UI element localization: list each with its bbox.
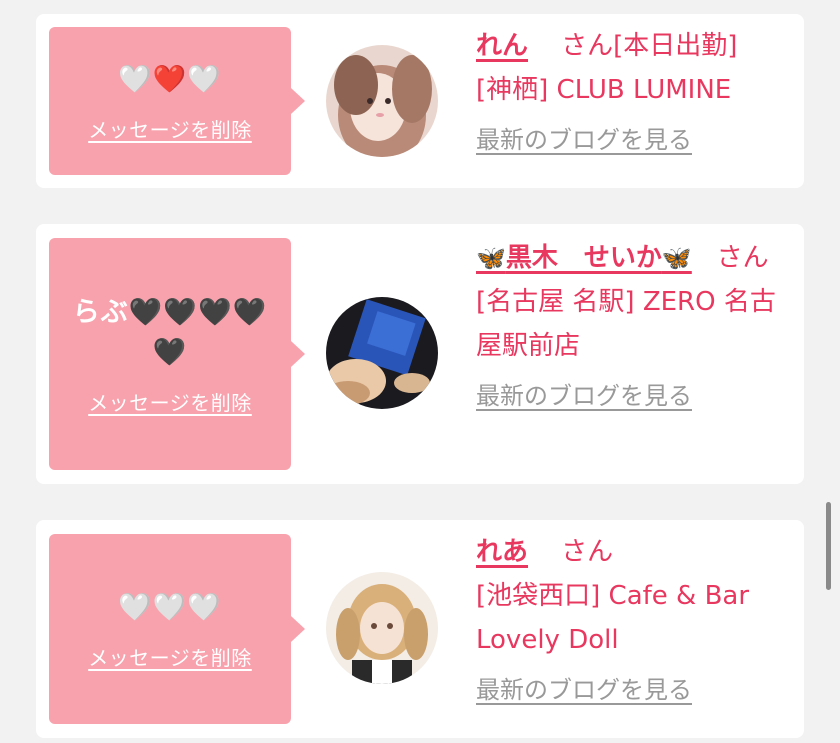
name-line: 🦋黒木 せいか🦋 さん xyxy=(476,236,786,280)
delete-message-link[interactable]: メッセージを削除 xyxy=(88,642,252,671)
shop-name: [名古屋 名駅] ZERO 名古屋駅前店 xyxy=(476,287,776,361)
delete-message-link[interactable]: メッセージを削除 xyxy=(88,387,252,416)
avatar[interactable] xyxy=(326,297,438,409)
honorific: さん xyxy=(561,31,614,61)
cast-name-link[interactable]: れあ xyxy=(476,537,528,567)
cast-info: れん さん[本日出勤] [神栖] CLUB LUMINE 最新のブログを見る xyxy=(476,24,786,162)
message-text: 🤍🤍🤍 xyxy=(118,591,222,623)
message-text: らぶ🖤🖤🖤🖤🖤 xyxy=(72,296,268,368)
shop-name: [池袋西口] Cafe & Bar Lovely Doll xyxy=(476,581,750,655)
avatar[interactable] xyxy=(326,572,438,684)
butterfly-icon: 🦋 xyxy=(476,244,506,272)
attendance-status: [本日出勤] xyxy=(613,31,738,61)
name-line: れあ さん xyxy=(476,530,786,574)
avatar[interactable] xyxy=(326,45,438,157)
cast-name-link[interactable]: れん xyxy=(476,31,528,61)
message-text: 🤍❤️🤍 xyxy=(118,63,222,95)
favorite-card: 🤍❤️🤍 メッセージを削除 れん さん[本日出勤] [神栖] CLUB LUMI… xyxy=(36,14,804,188)
message-bubble: らぶ🖤🖤🖤🖤🖤 メッセージを削除 xyxy=(49,238,305,470)
cast-info: れあ さん [池袋西口] Cafe & Bar Lovely Doll 最新のブ… xyxy=(476,530,786,712)
favorites-list: 🤍❤️🤍 メッセージを削除 れん さん[本日出勤] [神栖] CLUB LUMI… xyxy=(0,0,840,743)
message-bubble: 🤍❤️🤍 メッセージを削除 xyxy=(49,27,305,175)
favorite-card: らぶ🖤🖤🖤🖤🖤 メッセージを削除 🦋黒木 せいか🦋 さん [名古屋 名駅] ZE… xyxy=(36,224,804,484)
girl-photo-avatar-icon xyxy=(326,572,438,684)
girl-photo-avatar-icon xyxy=(326,297,438,409)
honorific: さん xyxy=(716,243,769,273)
shop-name: [神栖] CLUB LUMINE xyxy=(476,75,732,105)
butterfly-icon: 🦋 xyxy=(661,244,692,272)
scrollbar[interactable] xyxy=(826,502,831,590)
name-line: れん さん[本日出勤] xyxy=(476,24,786,68)
cast-info: 🦋黒木 せいか🦋 さん [名古屋 名駅] ZERO 名古屋駅前店 最新のブログを… xyxy=(476,236,786,418)
honorific: さん xyxy=(561,537,614,567)
favorite-card: 🤍🤍🤍 メッセージを削除 れあ さん [池袋西口] Cafe & Bar Lov… xyxy=(36,520,804,738)
message-bubble: 🤍🤍🤍 メッセージを削除 xyxy=(49,534,305,724)
girl-photo-avatar-icon xyxy=(326,45,438,157)
delete-message-link[interactable]: メッセージを削除 xyxy=(88,114,252,143)
latest-blog-link[interactable]: 最新のブログを見る xyxy=(476,668,692,712)
cast-name-link[interactable]: 🦋黒木 せいか🦋 xyxy=(476,243,692,273)
latest-blog-link[interactable]: 最新のブログを見る xyxy=(476,118,692,162)
latest-blog-link[interactable]: 最新のブログを見る xyxy=(476,374,692,418)
